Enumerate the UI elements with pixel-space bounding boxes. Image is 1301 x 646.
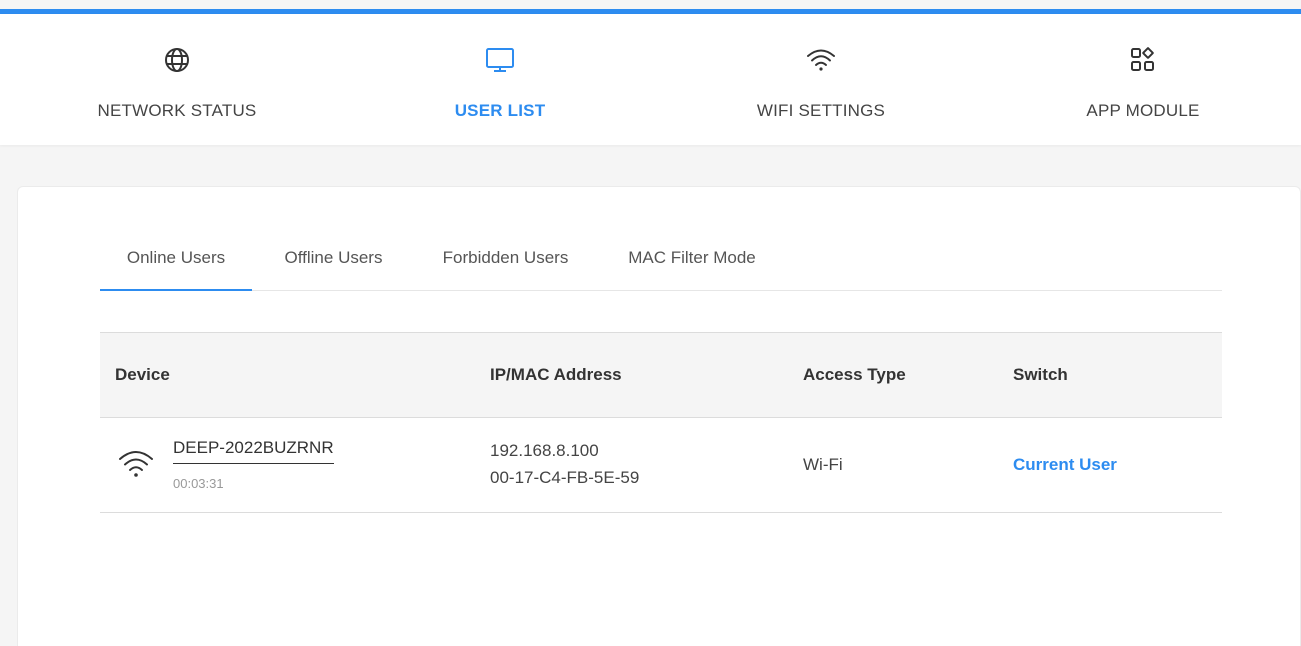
monitor-icon <box>484 44 516 76</box>
ip-address: 192.168.8.100 <box>490 441 599 460</box>
tab-online-users[interactable]: Online Users <box>100 227 252 291</box>
table-row: DEEP-2022BUZRNR 00:03:31 192.168.8.100 0… <box>100 418 1222 513</box>
wifi-icon <box>805 44 837 76</box>
current-user-status[interactable]: Current User <box>1013 455 1117 475</box>
active-tab-indicator <box>100 289 252 291</box>
apps-grid-icon <box>1127 44 1159 76</box>
nav-item-label: APP MODULE <box>1086 101 1200 120</box>
device-name-link[interactable]: DEEP-2022BUZRNR <box>173 438 334 464</box>
tab-label: Online Users <box>126 248 226 267</box>
tab-label: Offline Users <box>284 248 383 267</box>
nav-item-user-list[interactable]: USER LIST <box>400 14 600 145</box>
tab-forbidden-users[interactable]: Forbidden Users <box>434 227 577 291</box>
wifi-icon <box>116 446 158 480</box>
nav-item-label: USER LIST <box>454 101 546 120</box>
globe-icon <box>161 44 193 76</box>
access-type: Wi-Fi <box>803 455 843 474</box>
main-nav: NETWORK STATUS USER LIST WIFI SETTINGS A… <box>0 14 1301 145</box>
user-table: Device IP/MAC Address Access Type Switch… <box>100 332 1222 513</box>
tab-mac-filter-mode[interactable]: MAC Filter Mode <box>620 227 764 291</box>
mac-address: 00-17-C4-FB-5E-59 <box>490 468 640 487</box>
user-tabs: Online Users Offline Users Forbidden Use… <box>100 227 1222 291</box>
column-header-ip-mac: IP/MAC Address <box>490 365 622 384</box>
nav-item-app-module[interactable]: APP MODULE <box>1043 14 1243 145</box>
online-time: 00:03:31 <box>173 476 224 491</box>
column-header-switch: Switch <box>1013 365 1068 384</box>
nav-item-label: NETWORK STATUS <box>97 101 257 120</box>
table-header: Device IP/MAC Address Access Type Switch <box>100 332 1222 418</box>
nav-item-network-status[interactable]: NETWORK STATUS <box>77 14 277 145</box>
user-list-panel: Online Users Offline Users Forbidden Use… <box>17 186 1301 646</box>
tab-label: MAC Filter Mode <box>628 248 756 267</box>
nav-item-label: WIFI SETTINGS <box>756 101 886 120</box>
nav-item-wifi-settings[interactable]: WIFI SETTINGS <box>721 14 921 145</box>
tab-label: Forbidden Users <box>442 248 569 267</box>
column-header-device: Device <box>115 365 170 384</box>
tab-offline-users[interactable]: Offline Users <box>277 227 390 291</box>
column-header-access-type: Access Type <box>803 365 906 384</box>
